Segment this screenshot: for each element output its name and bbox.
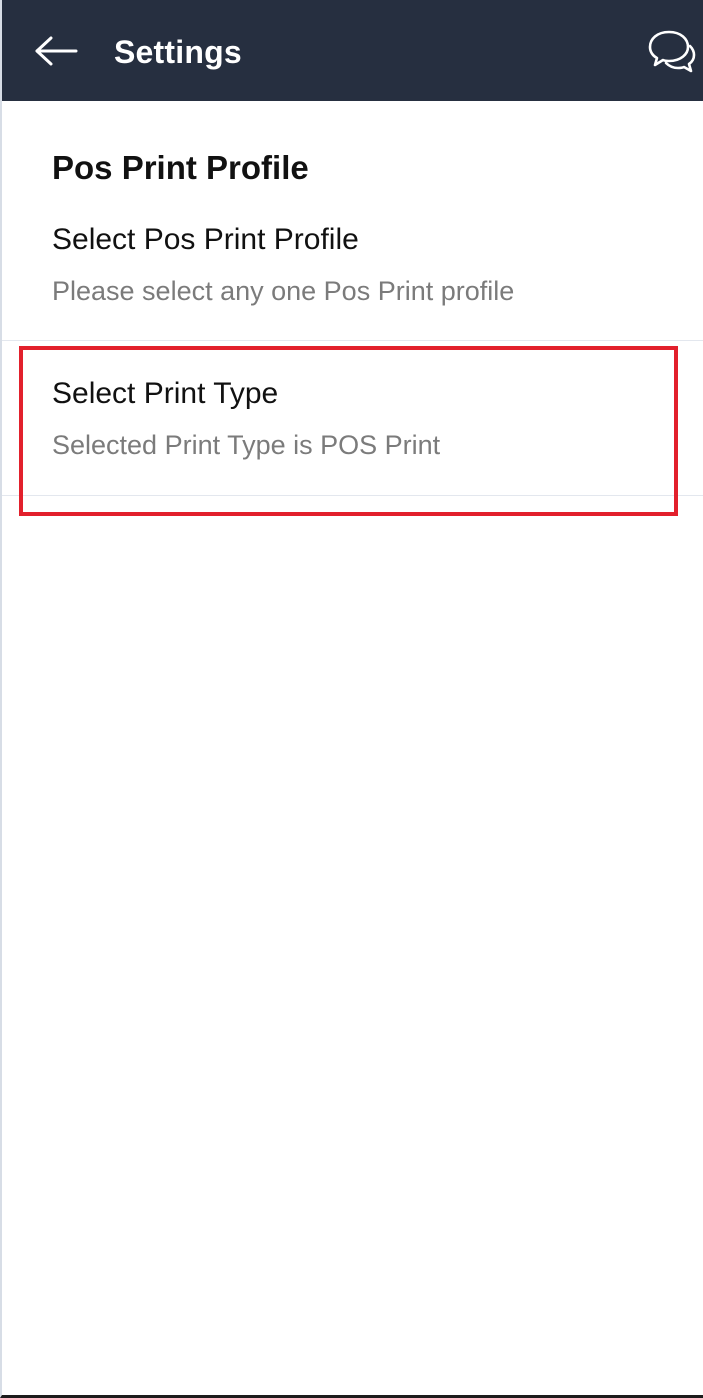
- pref-title: Select Print Type: [52, 377, 279, 410]
- arrow-left-icon: [35, 36, 78, 66]
- chat-bubbles-icon: [648, 30, 696, 73]
- pref-title: Select Pos Print Profile: [52, 223, 359, 256]
- section-header: Pos Print Profile: [52, 149, 309, 186]
- page-title: Settings: [114, 34, 242, 70]
- pref-select-print-type[interactable]: Select Print Type Selected Print Type is…: [2, 341, 703, 496]
- back-button[interactable]: [24, 22, 88, 80]
- pref-select-pos-print-profile[interactable]: Select Pos Print Profile Please select a…: [2, 200, 703, 341]
- chat-button[interactable]: [642, 22, 702, 82]
- app-bar: Settings: [2, 0, 703, 101]
- pref-summary: Please select any one Pos Print profile: [52, 276, 515, 306]
- settings-screen: Settings Pos Print Profile Select Pos Pr…: [0, 0, 703, 1398]
- pref-summary: Selected Print Type is POS Print: [52, 430, 441, 460]
